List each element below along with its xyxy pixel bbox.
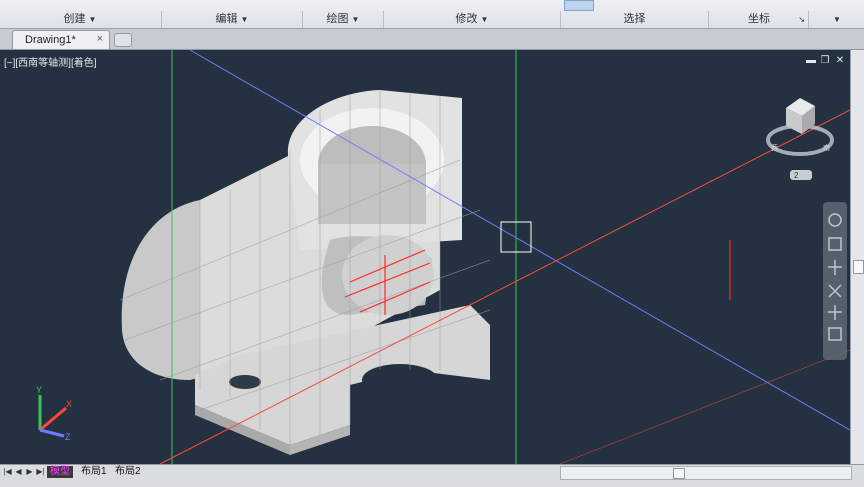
selection-color-swatch[interactable] [564, 0, 594, 11]
tab-layout1[interactable]: 布局1 [78, 466, 110, 478]
restore-icon[interactable]: ❐ [820, 56, 830, 66]
ribbon-panel-bar: 创建 ▼ 编辑 ▼ 绘图 ▼ 修改 ▼ 选择 坐标 ↘ ▼ [0, 0, 864, 29]
tab-drawing1[interactable]: Drawing1* × [12, 30, 110, 49]
panel-modify-label: 修改 [455, 13, 478, 25]
file-tab-bar: Drawing1* × [0, 29, 864, 50]
ribbon-minimize-button[interactable]: ▼ [808, 11, 864, 28]
last-layout-icon[interactable]: ▶| [36, 467, 45, 477]
chevron-down-icon: ▼ [240, 15, 249, 24]
horizontal-scrollbar[interactable] [560, 466, 852, 480]
panel-ucs[interactable]: 坐标 ↘ [708, 11, 809, 28]
panel-create-label: 创建 [63, 13, 86, 25]
viewport-controls-label[interactable]: [−][西南等轴测][着色] [4, 54, 97, 69]
panel-draw-label: 绘图 [326, 13, 349, 25]
chevron-down-icon: ▼ [351, 15, 360, 24]
minimize-icon[interactable]: ▬ [806, 56, 816, 66]
prev-layout-icon[interactable]: ◀ [14, 467, 23, 477]
navbar-icon[interactable] [823, 202, 847, 360]
panel-select-label: 选择 [623, 13, 646, 25]
vertical-scroll-thumb[interactable] [853, 260, 864, 274]
panel-ucs-label: 坐标 [748, 13, 770, 25]
viewcube-badge: 2 [794, 171, 799, 180]
svg-text:Y: Y [36, 385, 42, 395]
svg-text:Z: Z [65, 432, 71, 442]
tab-drawing1-label: Drawing1* [25, 34, 76, 46]
ucs-icon: Y X Z [36, 385, 72, 442]
panel-draw[interactable]: 绘图 ▼ [302, 11, 383, 28]
svg-text:南: 南 [823, 143, 830, 152]
bracket-solid[interactable] [119, 90, 491, 455]
svg-text:X: X [66, 399, 72, 409]
chevron-down-icon: ▼ [88, 15, 97, 24]
tab-layout2[interactable]: 布局2 [112, 466, 144, 478]
panel-modify[interactable]: 修改 ▼ [383, 11, 560, 28]
panel-edit-label: 编辑 [215, 13, 238, 25]
next-layout-icon[interactable]: ▶ [25, 467, 34, 477]
model-space-canvas[interactable]: 西 南 2 Y X Z [0, 50, 850, 464]
drawing-viewport[interactable]: 西 南 2 Y X Z [−][西南等轴测][着色] ▬ ❐ ✕ [0, 50, 850, 464]
vertical-scrollbar[interactable] [850, 50, 864, 464]
tab-model[interactable]: 模型 [47, 466, 73, 478]
first-layout-icon[interactable]: |◀ [3, 467, 12, 477]
panel-create[interactable]: 创建 ▼ [0, 11, 160, 28]
chevron-down-icon: ▼ [480, 15, 489, 24]
viewcube-icon[interactable]: 西 南 [766, 98, 834, 156]
close-icon[interactable]: ✕ [835, 56, 845, 66]
panel-edit[interactable]: 编辑 ▼ [161, 11, 302, 28]
horizontal-scroll-thumb[interactable] [673, 468, 685, 479]
close-icon[interactable]: × [97, 33, 103, 45]
panel-select[interactable]: 选择 [560, 11, 708, 28]
svg-text:西: 西 [771, 144, 778, 152]
layout-tab-bar: |◀ ◀ ▶ ▶| 模型 布局1 布局2 [0, 464, 864, 487]
new-tab-button[interactable] [114, 33, 132, 47]
dialog-launcher-icon[interactable]: ↘ [798, 11, 805, 28]
